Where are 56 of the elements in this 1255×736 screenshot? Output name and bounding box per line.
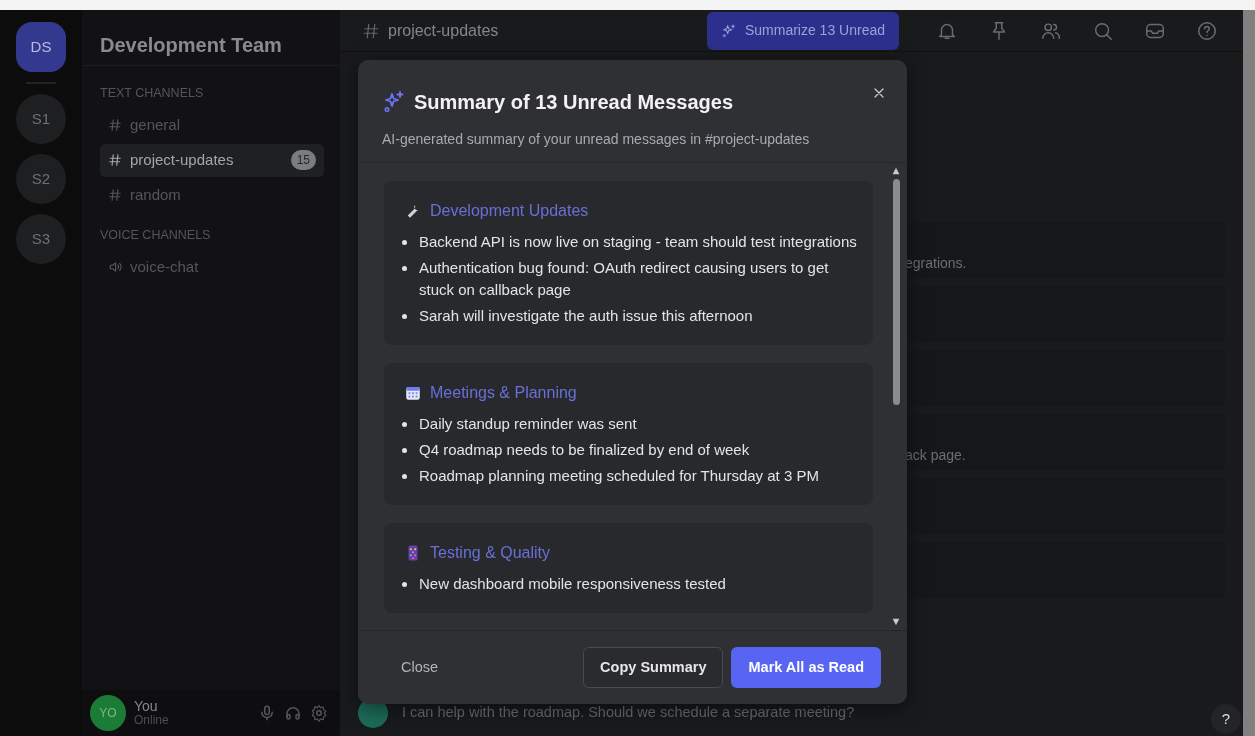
server-icon[interactable]: S2 — [16, 154, 66, 204]
bullet-item: Backend API is now live on staging - team should test integrations — [419, 232, 857, 252]
scrollbar-thumb[interactable] — [892, 179, 900, 405]
hash-icon — [108, 118, 122, 133]
bullet-item: Authentication bug found: OAuth redirect causing users to get stuck on callback page — [419, 258, 830, 300]
bullet-item: Roadmap planning meeting scheduled for Thursday at 3 PM — [419, 466, 819, 486]
settings-icon[interactable] — [310, 704, 328, 722]
hash-icon — [108, 188, 122, 203]
sparkle-icon — [382, 90, 406, 114]
user-status: Online — [134, 714, 170, 728]
dialog-title: Summary of 13 Unread Messages — [414, 90, 734, 115]
message-text: egrations. — [905, 254, 967, 273]
bullet-item: Daily standup reminder was sent — [419, 414, 637, 434]
help-button[interactable]: ? — [1211, 704, 1241, 734]
server-icon[interactable]: S3 — [16, 214, 66, 264]
server-icon[interactable]: S1 — [16, 94, 66, 144]
bullet-icon — [402, 240, 407, 245]
dialog-subtitle: AI-generated summary of your unread messages in #project-updates — [382, 130, 811, 149]
section-heading: VOICE CHANNELS — [100, 226, 212, 244]
unread-count: 15 — [290, 150, 316, 171]
bullet-item: Q4 roadmap needs to be finalized by end of week — [419, 440, 750, 460]
server-icon[interactable]: DS — [16, 22, 66, 72]
channel-item[interactable]: voice-chat — [100, 250, 324, 284]
bullet-icon — [402, 422, 407, 427]
summarize-button[interactable]: Summarize 13 Unread — [706, 11, 899, 50]
bullet-icon — [402, 448, 407, 453]
calendar-icon — [404, 384, 422, 402]
scroll-down-icon[interactable] — [891, 618, 901, 626]
scroll-up-icon[interactable] — [891, 167, 901, 175]
close-button[interactable]: Close — [401, 656, 439, 679]
channel-item[interactable]: random — [100, 178, 324, 212]
section-title: Meetings & Planning — [430, 383, 577, 403]
bullet-icon — [402, 582, 407, 587]
bullet-icon — [402, 474, 407, 479]
bullet-icon — [402, 314, 407, 319]
copy-summary-button[interactable]: Copy Summary — [583, 647, 724, 688]
section-heading: TEXT CHANNELS — [100, 85, 205, 102]
microphone-icon[interactable] — [258, 704, 276, 722]
channel-item[interactable]: general — [100, 108, 324, 142]
bullet-item: New dashboard mobile responsiveness tested — [419, 574, 726, 594]
mark-read-button[interactable]: Mark All as Read — [731, 647, 881, 688]
channel-item[interactable]: project-updates 15 — [100, 143, 324, 177]
close-icon — [873, 86, 885, 99]
bullet-icon — [402, 266, 407, 271]
section-title: Development Updates — [430, 201, 589, 221]
sparkle-icon — [720, 22, 737, 39]
section-title: Testing & Quality — [430, 543, 551, 563]
speaker-icon — [108, 260, 122, 274]
hash-icon — [362, 21, 380, 40]
headphones-icon[interactable] — [284, 704, 302, 722]
help-icon[interactable] — [1196, 19, 1218, 42]
user-avatar: YO — [90, 695, 126, 731]
channel-title: project-updates — [388, 20, 499, 41]
bullet-item: Sarah will investigate the auth issue this afternoon — [419, 306, 753, 326]
user-name: You — [134, 698, 159, 715]
hash-icon — [108, 153, 122, 168]
